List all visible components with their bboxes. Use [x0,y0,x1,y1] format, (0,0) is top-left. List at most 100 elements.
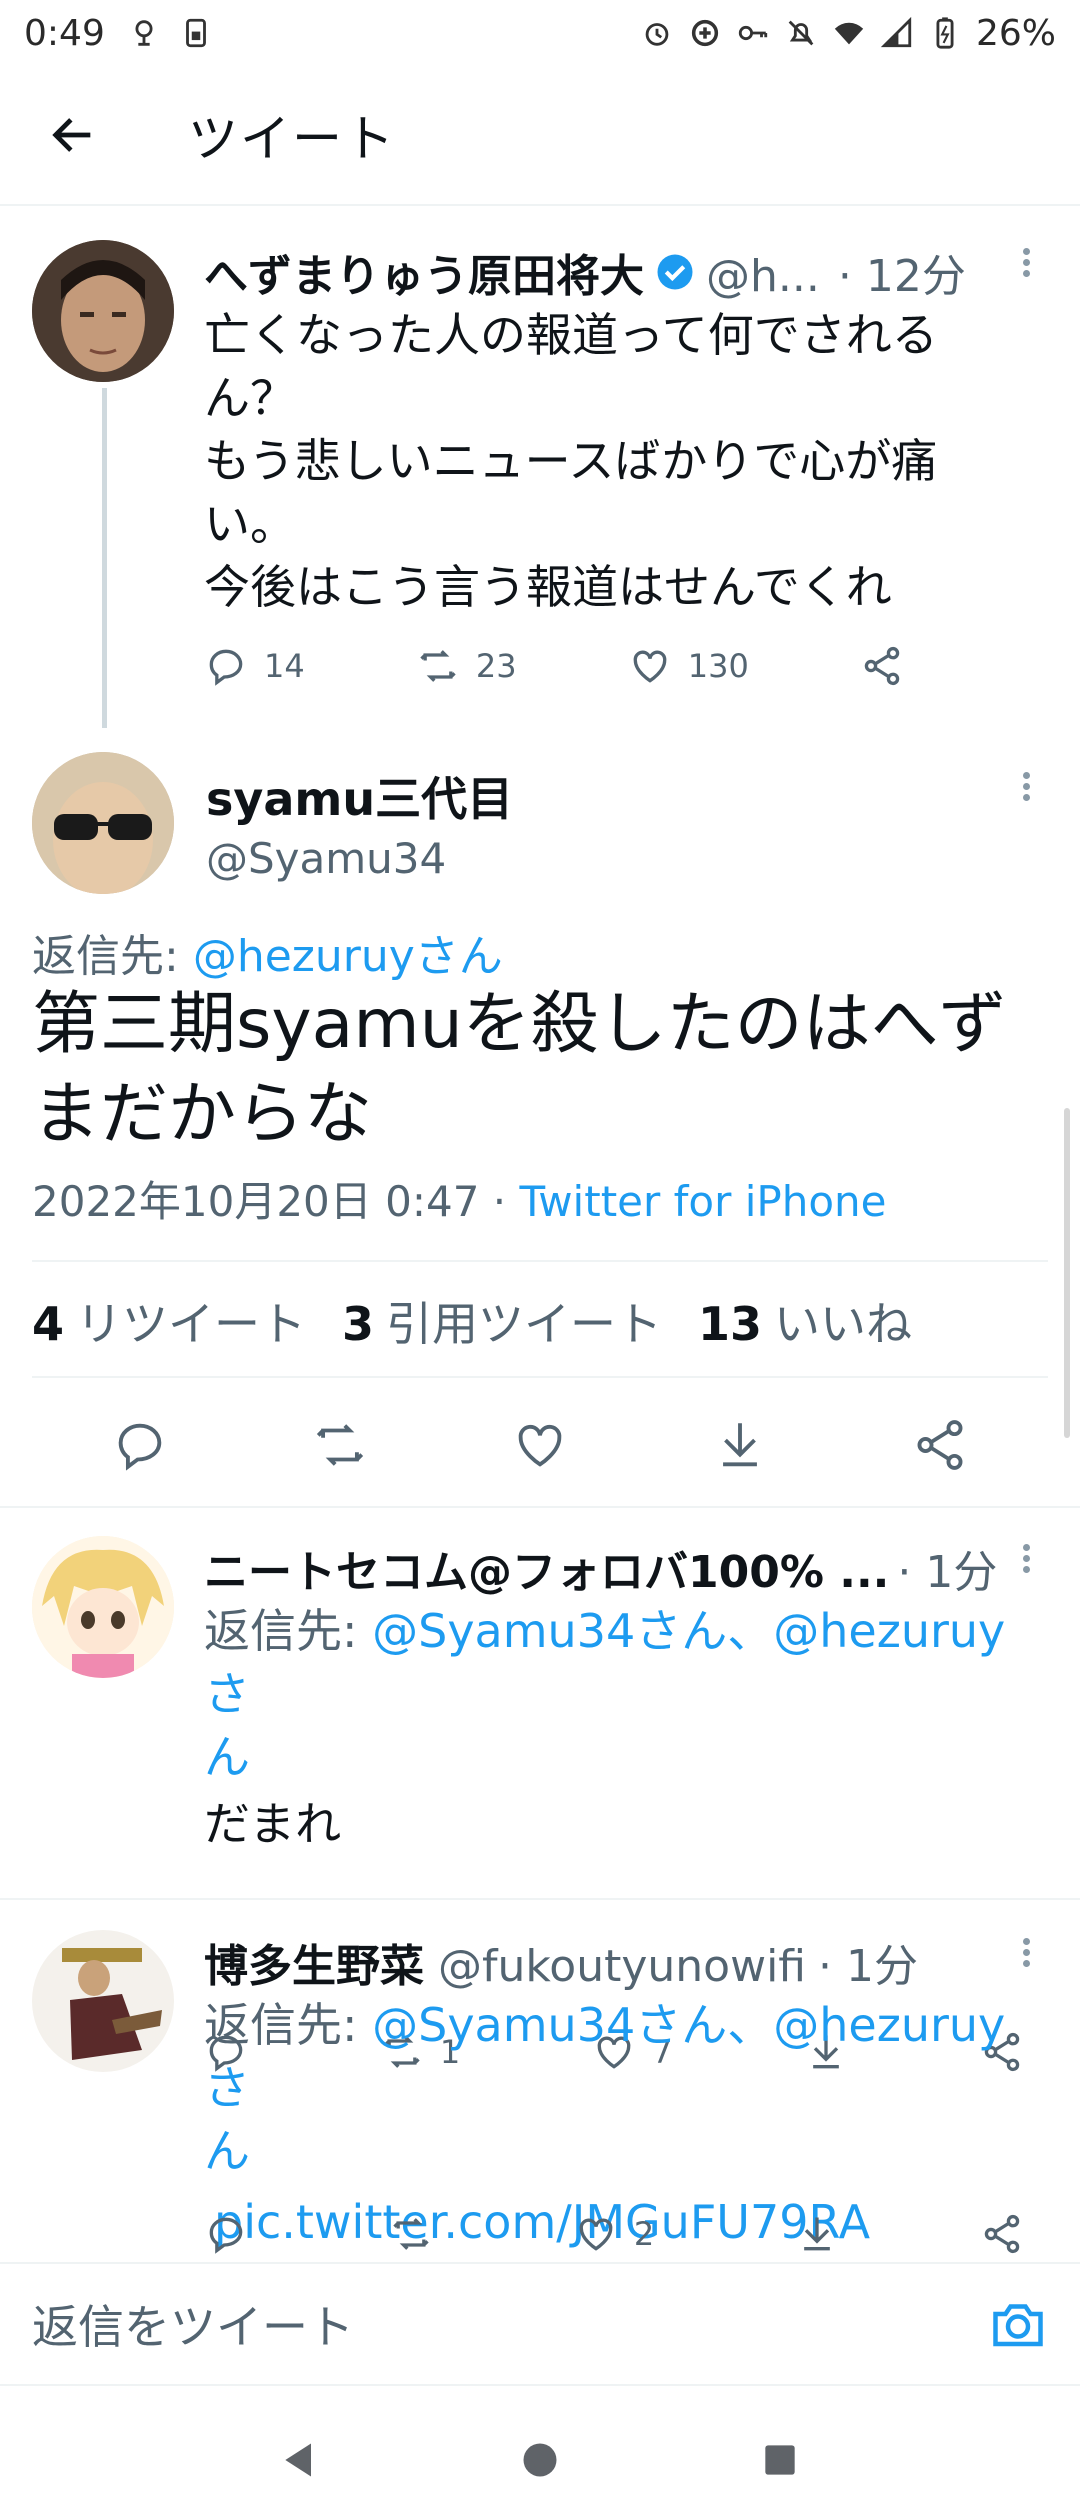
back-button[interactable] [38,100,108,170]
status-bar: 0:49 26% [0,0,1080,66]
author-name[interactable]: へずまりゅう原田将大 [204,240,644,304]
author-name[interactable]: ニートセコム@フォロバ100% ... [204,1536,889,1600]
retweet-button[interactable]: 23 [416,644,517,688]
avatar-face-icon [32,240,174,382]
share-button[interactable] [860,644,904,688]
bookmark-download-icon[interactable] [711,1416,769,1474]
text-line: ん？ [204,371,296,425]
vpn-key-icon [738,25,768,41]
tweet-meta: 2022年10月20日 0:47 · Twitter for iPhone [32,1168,887,1229]
author-name[interactable]: syamu三代目 [206,763,513,829]
comment-icon [209,2217,243,2254]
nav-recents-icon[interactable] [758,2438,802,2482]
author-handle[interactable]: @fukoutyunowifi [438,1941,806,1992]
download-button[interactable] [795,2212,839,2256]
verified-badge-icon [657,254,693,290]
retweets-count: 4 [32,1297,65,1351]
divider [32,1376,1048,1378]
reply-composer[interactable]: 返信をツイート [0,2262,1080,2386]
retweets-label: リツイート [76,1297,307,1351]
page-title: ツイート [188,110,396,168]
likes-count: 13 [698,1297,763,1351]
text-line: もう悲しいニュースばかりで心が痛 [204,434,938,488]
more-options-icon[interactable] [1016,768,1036,818]
more-options-icon[interactable] [1016,1934,1036,1984]
alarm-icon [645,23,669,46]
thread-connector [102,388,107,728]
author-name[interactable]: 博多生野菜 [204,1930,424,1994]
reply-button[interactable]: 14 [204,644,305,688]
assistant-icon [135,20,153,46]
avatar[interactable] [32,1930,174,2072]
wifi-icon [834,22,864,45]
like-button[interactable]: 130 [628,644,749,688]
reply-input[interactable]: 返信をツイート [32,2291,354,2357]
nav-home-icon[interactable] [518,2438,562,2482]
retweet-icon [420,650,456,682]
reply2-actions: 2 [204,2212,1024,2256]
reply-to-label: 返信先: [204,1998,373,2052]
camera-icon[interactable] [988,2294,1048,2354]
tweet-thread[interactable]: へずまりゅう原田将大 @h... · 12分 亡くなった人の報道って何でされる … [0,208,1080,2258]
author-handle[interactable]: @Syamu34 [206,834,446,883]
divider [32,1260,1048,1262]
tweet-date: 2022年10月20日 0:47 · [32,1177,520,1226]
reply-to-mention-cont[interactable]: ん [204,1726,1044,1789]
quotes-stat[interactable]: 3 引用ツイート [342,1288,662,1354]
share-button[interactable] [980,2212,1024,2256]
author-handle[interactable]: @h... [706,251,820,302]
reply-to-line: 返信先: @hezuruyさん [32,920,503,984]
download-icon [804,2217,830,2251]
retweets-stat[interactable]: 4 リツイート [32,1288,306,1354]
like-button[interactable]: 2 [574,2212,654,2256]
avatar[interactable] [32,1536,174,1678]
reply-to-mention-cont[interactable]: ん [204,2120,1044,2183]
retweet-button[interactable] [389,2212,433,2256]
likes-stat[interactable]: 13 いいね [698,1288,912,1354]
avatar[interactable] [32,240,174,382]
reply-to-label: 返信先: [32,931,193,982]
sim-icon [185,18,206,48]
avatar[interactable] [32,752,174,894]
battery-icon [936,17,954,49]
heart-icon[interactable] [511,1416,569,1474]
nav-back-icon[interactable] [278,2438,322,2482]
reply-button[interactable] [204,2212,248,2256]
heart-icon [579,2218,613,2251]
text-line: い。 [204,497,296,551]
heart-icon [633,650,667,683]
signal-icon [880,16,912,48]
avatar-anime-icon [32,1536,174,1678]
text-line: 第三期syamuを殺したのはへず [32,985,1007,1064]
like-count: 130 [687,647,749,685]
tweet-source[interactable]: Twitter for iPhone [520,1177,887,1226]
quotes-label: 引用ツイート [386,1297,663,1351]
avatar-sunglasses-icon [32,752,174,894]
comment-icon [209,649,243,686]
tweet-stats: 4 リツイート 3 引用ツイート 13 いいね [32,1288,912,1354]
status-time: 0:49 [24,12,105,54]
reply-to-label: 返信先: [204,1604,373,1658]
comment-icon[interactable] [111,1416,169,1474]
main-tweet-actions [0,1416,1080,1474]
more-options-icon[interactable] [1016,1540,1036,1590]
divider [0,1898,1080,1900]
scrollbar[interactable] [1064,1108,1070,1438]
retweet-icon [393,2218,429,2250]
avatar-figure-icon [32,1930,174,2072]
retweet-icon[interactable] [311,1416,369,1474]
more-options-icon[interactable] [1016,244,1036,294]
tweet-time: · 1分 [818,1941,918,1992]
reply-to-mention[interactable]: @hezuruyさん [193,931,503,982]
quotes-count: 3 [342,1297,375,1351]
share-icon[interactable] [911,1416,969,1474]
like-count: 2 [633,2215,655,2253]
likes-label: いいね [774,1297,913,1351]
main-tweet-text: 第三期syamuを殺したのはへず まだからな [32,980,1052,1160]
mute-icon [788,20,814,46]
tweet-time: · 12分 [837,251,966,302]
reply1-header: ニートセコム@フォロバ100% ... · 1分 [204,1536,997,1600]
divider [0,1506,1080,1508]
text-line: 今後はこう言う報道はせんでくれ [204,560,892,614]
parent-tweet-text: 亡くなった人の報道って何でされる ん？ もう悲しいニュースばかりで心が痛 い。 … [204,304,1044,619]
